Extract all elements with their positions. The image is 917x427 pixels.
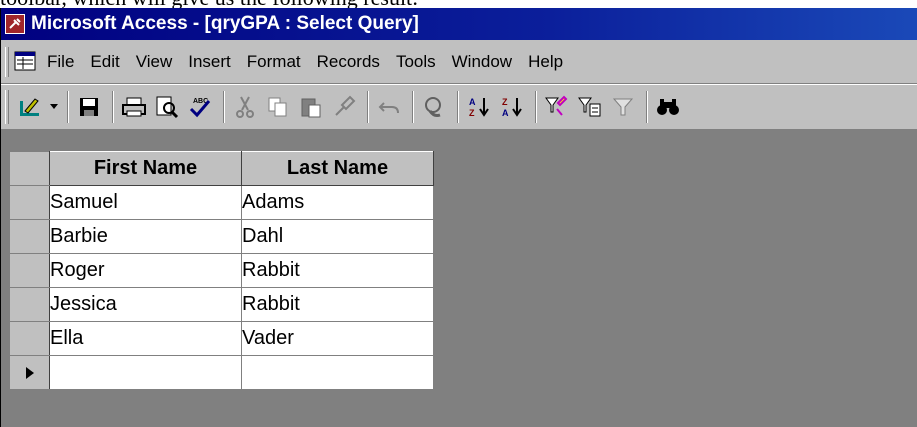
record-selector[interactable] [9,321,50,356]
copy-icon[interactable] [263,91,293,123]
toolbar-separator [112,91,114,123]
menu-window[interactable]: Window [452,52,512,72]
record-selector-current[interactable] [9,355,50,390]
query-datasheet: First Name Last Name Samuel Adams Barbie… [9,151,434,396]
toolbar-separator [535,91,537,123]
menu-edit[interactable]: Edit [90,52,119,72]
first-name-cell[interactable]: Roger [49,253,242,288]
menu-format[interactable]: Format [247,52,301,72]
toolbar-separator [457,91,459,123]
table-row: Jessica Rabbit [9,287,434,322]
last-name-cell[interactable]: Adams [241,185,434,220]
first-name-cell[interactable]: Barbie [49,219,242,254]
table-row: Barbie Dahl [9,219,434,254]
mdi-workspace: First Name Last Name Samuel Adams Barbie… [1,130,917,427]
menu-insert[interactable]: Insert [188,52,231,72]
first-name-cell[interactable]: Jessica [49,287,242,322]
menu-view[interactable]: View [136,52,173,72]
menu-records[interactable]: Records [317,52,380,72]
toolbar-separator [67,91,69,123]
title-bar[interactable]: Microsoft Access - [qryGPA : Select Quer… [1,8,917,40]
menu-file[interactable]: File [47,52,74,72]
svg-text:A: A [469,97,476,107]
last-name-cell[interactable]: Dahl [241,219,434,254]
query-window-icon[interactable] [13,50,39,74]
new-first-name-cell[interactable] [49,355,242,390]
svg-text:A: A [502,108,509,118]
last-name-cell[interactable]: Rabbit [241,287,434,322]
window-title: Microsoft Access - [qryGPA : Select Quer… [31,13,419,34]
access-window: Microsoft Access - [qryGPA : Select Quer… [0,8,917,427]
query-toolbar: ABC A Z Z A [1,84,917,130]
toolbar-separator [223,91,225,123]
access-key-icon [5,14,25,34]
spelling-icon[interactable]: ABC [185,91,215,123]
header-row: First Name Last Name [9,151,434,186]
format-painter-icon[interactable] [329,91,359,123]
new-record-row [9,355,434,390]
record-selector[interactable] [9,219,50,254]
cut-icon[interactable] [230,91,260,123]
column-header-last-name[interactable]: Last Name [241,151,434,186]
record-selector[interactable] [9,287,50,322]
table-row: Samuel Adams [9,185,434,220]
column-header-first-name[interactable]: First Name [49,151,242,186]
current-record-arrow-icon [10,356,49,389]
page-caption: toolbar, which will give us the followin… [0,0,917,8]
sort-descending-icon[interactable]: Z A [497,91,527,123]
table-row: Ella Vader [9,321,434,356]
toolbar-separator [367,91,369,123]
last-name-cell[interactable]: Vader [241,321,434,356]
svg-text:Z: Z [502,97,508,107]
save-icon[interactable] [74,91,104,123]
select-all-box[interactable] [9,151,50,186]
apply-filter-icon[interactable] [608,91,638,123]
table-row: Roger Rabbit [9,253,434,288]
menu-bar: File Edit View Insert Format Records Too… [1,40,917,84]
datasheet-table: First Name Last Name Samuel Adams Barbie… [9,151,434,390]
chevron-down-icon[interactable] [48,91,60,123]
toolbar-separator [412,91,414,123]
svg-text:Z: Z [469,108,475,118]
filter-by-form-icon[interactable] [575,91,605,123]
print-preview-icon[interactable] [152,91,182,123]
first-name-cell[interactable]: Ella [49,321,242,356]
hyperlink-icon[interactable] [419,91,449,123]
paste-icon[interactable] [296,91,326,123]
first-name-cell[interactable]: Samuel [49,185,242,220]
sort-ascending-icon[interactable]: A Z [464,91,494,123]
undo-icon[interactable] [374,91,404,123]
design-view-icon[interactable] [15,91,45,123]
find-icon[interactable] [653,91,683,123]
menu-tools[interactable]: Tools [396,52,436,72]
record-selector[interactable] [9,253,50,288]
toolbar-separator [646,91,648,123]
menu-help[interactable]: Help [528,52,563,72]
toolbar-grip[interactable] [5,90,9,124]
record-selector[interactable] [9,185,50,220]
menu-grip[interactable] [5,46,9,77]
last-name-cell[interactable]: Rabbit [241,253,434,288]
filter-by-selection-icon[interactable] [542,91,572,123]
new-last-name-cell[interactable] [241,355,434,390]
print-icon[interactable] [119,91,149,123]
